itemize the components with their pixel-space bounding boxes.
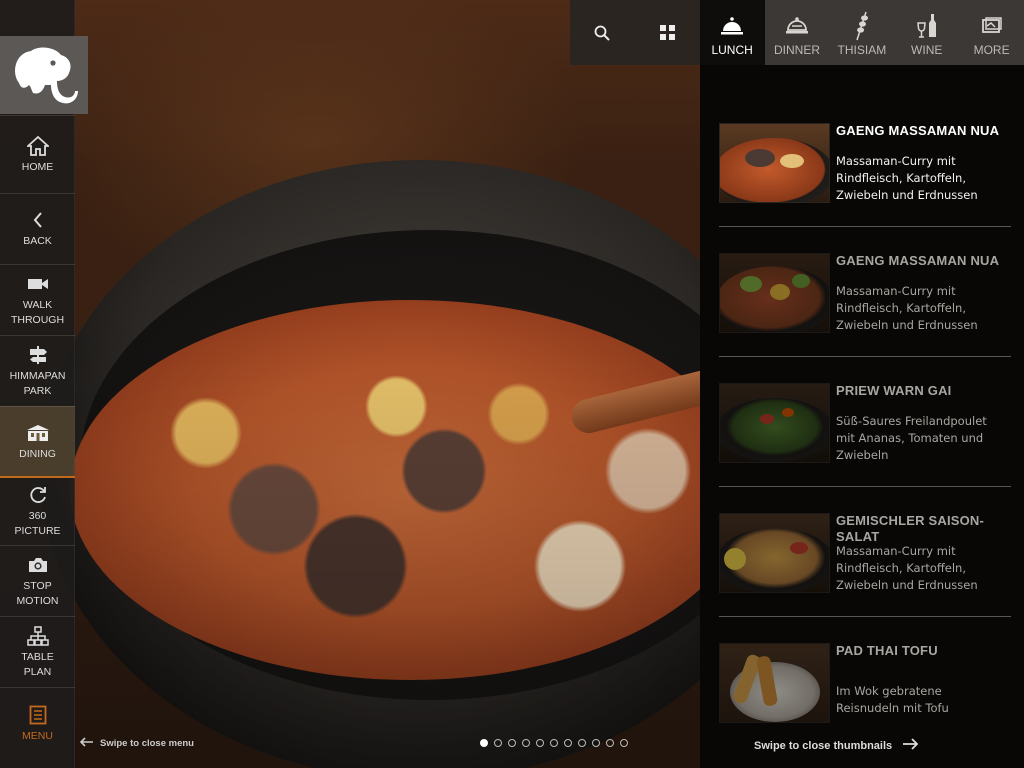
arrow-left-icon xyxy=(79,737,94,750)
dish-item[interactable]: GEMISCHLER SAISON-SALAT Massaman-Curry m… xyxy=(719,513,1011,617)
sidebar-item-home[interactable]: HOME xyxy=(0,115,75,193)
sidebar-item-label: 360 PICTURE xyxy=(14,510,61,537)
dish-description: Massaman-Curry mit Rindfleisch, Kartoffe… xyxy=(836,154,978,202)
video-camera-icon xyxy=(26,273,50,295)
tab-label: LUNCH xyxy=(711,43,753,57)
sitemap-icon xyxy=(26,625,50,647)
top-bar: LUNCH DINNER THISIAM WINE MORE xyxy=(570,0,1024,65)
page-dot[interactable] xyxy=(592,739,600,747)
page-dot[interactable] xyxy=(564,739,572,747)
sidebar-item-label: TABLE PLAN xyxy=(21,650,54,678)
sidebar-item-himmapan-park[interactable]: HIMMAPAN PARK xyxy=(0,335,75,406)
sidebar-item-360-picture[interactable]: 360 PICTURE xyxy=(0,476,75,545)
grid-icon xyxy=(659,25,675,40)
tab-lunch[interactable]: LUNCH xyxy=(699,0,765,65)
dish-item[interactable]: GAENG MASSAMAN NUA Massaman-Curry mit Ri… xyxy=(719,123,1011,227)
dish-description: Im Wok gebratene Reisnudeln mit Tofu xyxy=(836,684,949,715)
tab-label: THISIAM xyxy=(837,43,887,57)
page-dot[interactable] xyxy=(620,739,628,747)
dish-thumbnail xyxy=(719,643,830,723)
dish-thumbnail xyxy=(719,253,830,333)
rotate-icon xyxy=(26,484,50,506)
home-icon xyxy=(26,135,50,157)
page-dot[interactable] xyxy=(480,739,488,747)
tab-label: WINE xyxy=(911,43,943,57)
sidebar-item-dining[interactable]: DINING xyxy=(0,406,75,476)
dish-item[interactable]: PRIEW WARN GAI Süß-Saures Freilandpoulet… xyxy=(719,383,1011,487)
cloche-icon xyxy=(721,13,744,39)
dish-thumbnail xyxy=(719,383,830,463)
skewer-icon xyxy=(854,11,870,41)
covered-dish-icon xyxy=(786,13,808,39)
elephant-icon xyxy=(15,47,78,104)
tab-label: DINNER xyxy=(774,43,821,57)
sidebar-item-label: DINING xyxy=(19,447,56,460)
dish-name: GAENG MASSAMAN NUA xyxy=(836,253,1000,268)
hero-dish-photo[interactable] xyxy=(0,0,700,768)
sidebar-item-back[interactable]: BACK xyxy=(0,193,75,264)
dish-description: Massaman-Curry mit Rindfleisch, Kartoffe… xyxy=(836,544,978,592)
tab-label: MORE xyxy=(973,43,1010,57)
page-dot[interactable] xyxy=(550,739,558,747)
close-menu-hint[interactable]: Swipe to close menu xyxy=(79,737,194,750)
dish-thumbnail xyxy=(719,123,830,203)
camera-icon xyxy=(26,554,50,576)
sidebar-item-label: STOP MOTION xyxy=(16,579,59,607)
close-thumbnails-hint-text: Swipe to close thumbnails xyxy=(754,739,893,752)
sidebar: HOME BACK WALK THROUGH HIMMAPAN PARK DIN… xyxy=(0,0,88,768)
tab-wine[interactable]: WINE xyxy=(894,0,960,65)
page-dot[interactable] xyxy=(522,739,530,747)
dish-item[interactable]: GAENG MASSAMAN NUA Massaman-Curry mit Ri… xyxy=(719,253,1011,357)
sidebar-item-label: HIMMAPAN PARK xyxy=(9,369,66,397)
photo-shade xyxy=(0,0,700,768)
arrow-right-icon xyxy=(902,738,919,753)
sidebar-item-menu[interactable]: MENU xyxy=(0,687,75,759)
dish-description: Süß-Saures Freilandpoulet mit Ananas, To… xyxy=(836,414,987,462)
page-dot[interactable] xyxy=(508,739,516,747)
close-menu-hint-text: Swipe to close menu xyxy=(100,738,194,749)
dish-thumbnail xyxy=(719,513,830,593)
signpost-icon xyxy=(26,344,50,366)
search-icon xyxy=(595,25,611,41)
sidebar-item-label: BACK xyxy=(23,235,52,247)
tab-thisiam[interactable]: THISIAM xyxy=(829,0,895,65)
page-indicator[interactable] xyxy=(480,739,628,747)
sidebar-item-label: WALK THROUGH xyxy=(10,298,65,326)
more-icon xyxy=(981,13,1002,39)
sidebar-item-table-plan[interactable]: TABLE PLAN xyxy=(0,616,75,687)
chevron-left-icon xyxy=(26,209,50,231)
app-screen: HOME BACK WALK THROUGH HIMMAPAN PARK DIN… xyxy=(0,0,1024,768)
page-dot[interactable] xyxy=(536,739,544,747)
menu-book-icon xyxy=(26,704,50,726)
sidebar-item-stop-motion[interactable]: STOP MOTION xyxy=(0,545,75,616)
dish-description: Massaman-Curry mit Rindfleisch, Kartoffe… xyxy=(836,284,978,332)
tab-more[interactable]: MORE xyxy=(959,0,1024,65)
tab-dinner[interactable]: DINNER xyxy=(764,0,830,65)
wine-icon xyxy=(916,13,938,39)
dish-name: GAENG MASSAMAN NUA xyxy=(836,123,1000,138)
dish-name: PAD THAI TOFU xyxy=(836,643,938,658)
thumbnail-panel: GAENG MASSAMAN NUA Massaman-Curry mit Ri… xyxy=(700,65,1024,768)
search-button[interactable] xyxy=(570,0,635,65)
sidebar-item-walk-through[interactable]: WALK THROUGH xyxy=(0,264,75,335)
sidebar-item-label: MENU xyxy=(22,729,53,742)
page-dot[interactable] xyxy=(606,739,614,747)
close-thumbnails-hint[interactable]: Swipe to close thumbnails xyxy=(754,738,919,753)
building-icon xyxy=(26,422,50,444)
page-dot[interactable] xyxy=(578,739,586,747)
dish-name: GEMISCHLER SAISON-SALAT xyxy=(836,513,985,544)
grid-view-button[interactable] xyxy=(634,0,700,65)
dish-item[interactable]: PAD THAI TOFU Im Wok gebratene Reisnudel… xyxy=(719,643,1011,747)
page-dot[interactable] xyxy=(494,739,502,747)
sidebar-item-label: HOME xyxy=(21,160,54,173)
dish-name: PRIEW WARN GAI xyxy=(836,383,952,398)
logo[interactable] xyxy=(0,36,88,114)
